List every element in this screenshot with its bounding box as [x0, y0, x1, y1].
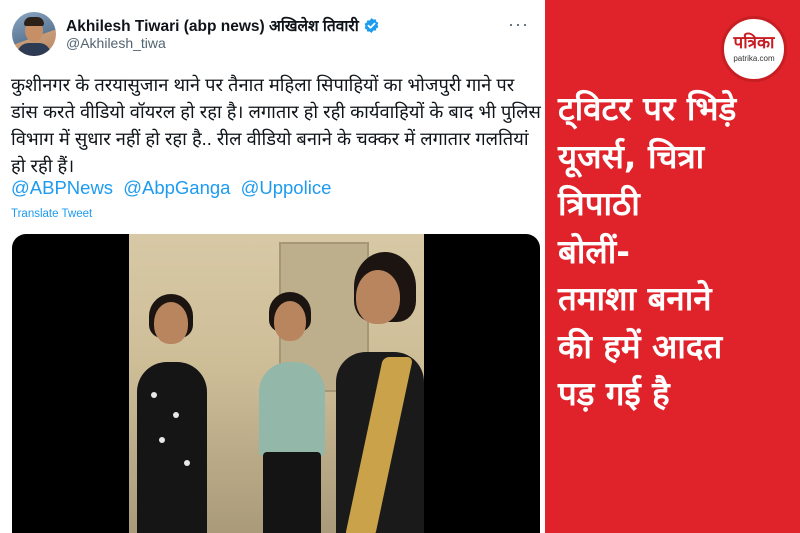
headline-panel: पत्रिका patrika.com ट्विटर पर भिड़े यूजर…: [545, 0, 800, 533]
headline-line: ट्विटर पर भिड़े: [558, 89, 737, 128]
author-handle[interactable]: @Akhilesh_tiwa: [66, 35, 166, 51]
mention-link-abpganga[interactable]: @AbpGanga: [123, 177, 230, 198]
headline-line: यूजर्स, चित्रा: [558, 136, 705, 176]
translate-tweet-link[interactable]: Translate Tweet: [11, 208, 92, 220]
headline-line: पड़ गई है: [558, 374, 670, 413]
tweet-card: Akhilesh Tiwari (abp news) अखिलेश तिवारी…: [0, 0, 545, 533]
video-person-right: [334, 252, 424, 533]
author-name[interactable]: Akhilesh Tiwari (abp news) अखिलेश तिवारी: [66, 18, 359, 35]
video-person-left: [129, 292, 224, 533]
video-frame: [129, 234, 424, 533]
patrika-logo: पत्रिका patrika.com: [721, 16, 787, 82]
avatar-hair: [24, 17, 44, 26]
video-person-middle: [247, 292, 337, 533]
headline-line: बोलीं-: [558, 231, 631, 271]
verified-badge-icon: [364, 18, 379, 33]
headline: ट्विटर पर भिड़े यूजर्स, चित्रा त्रिपाठी …: [558, 85, 798, 418]
tweet-text: कुशीनगर के तरयासुजान थाने पर तैनात महिला…: [11, 74, 541, 176]
headline-line: की हमें आदत: [558, 326, 723, 366]
headline-line: त्रिपाठी: [558, 184, 640, 223]
tweet-mentions: @ABPNews @AbpGanga @Uppolice: [11, 177, 336, 199]
mention-link-abpnews[interactable]: @ABPNews: [11, 177, 113, 198]
headline-line: तमाशा बनाने: [558, 279, 712, 318]
author-name-row[interactable]: Akhilesh Tiwari (abp news) अखिलेश तिवारी: [66, 14, 380, 36]
logo-text: पत्रिका: [733, 33, 775, 53]
logo-subtext: patrika.com: [733, 54, 775, 63]
mention-link-uppolice[interactable]: @Uppolice: [241, 177, 332, 198]
more-options-icon[interactable]: ···: [508, 14, 529, 35]
author-avatar[interactable]: [12, 12, 56, 56]
avatar-shirt: [17, 43, 51, 56]
tweet-video-player[interactable]: [12, 234, 540, 533]
